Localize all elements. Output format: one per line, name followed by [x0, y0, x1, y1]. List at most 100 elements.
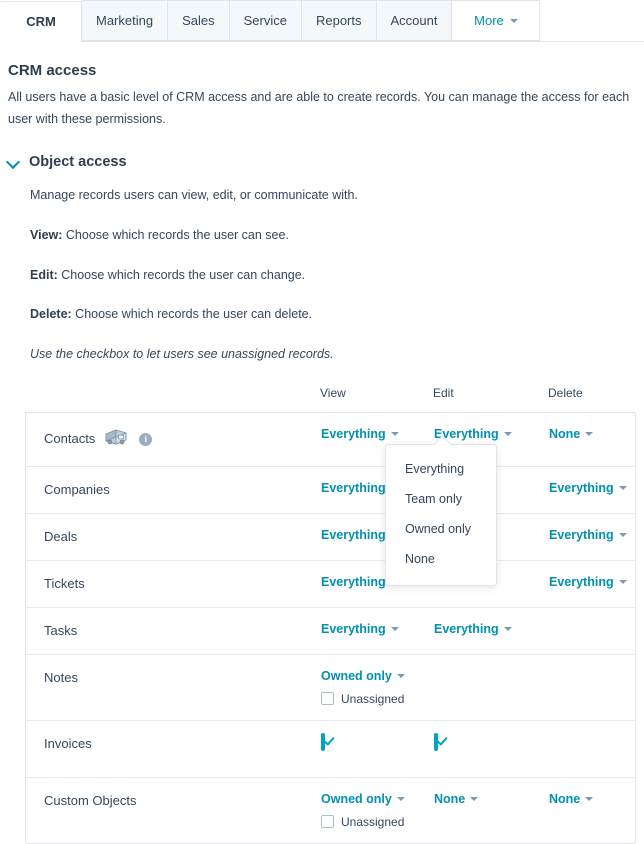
tab-account[interactable]: Account: [376, 0, 453, 41]
cell-view-notes: Owned only Unassigned: [321, 669, 434, 706]
unassigned-checkbox-custom-objects[interactable]: [321, 815, 334, 829]
table-column-headers: View Edit Delete: [25, 386, 636, 412]
tab-crm[interactable]: CRM: [0, 1, 82, 42]
cell-view-invoices: [321, 732, 434, 751]
unassigned-toggle-notes[interactable]: Unassigned: [321, 692, 434, 706]
cell-view-tasks: Everything: [321, 622, 434, 636]
permissions-table: Contacts i Everything Everything None Co…: [25, 411, 636, 844]
definition-delete: Delete: Choose which records the user ca…: [30, 305, 644, 324]
tab-service[interactable]: Service: [229, 0, 302, 41]
delete-value: Everything: [549, 480, 614, 495]
table-row: Notes Owned only Unassigned: [26, 655, 635, 721]
delete-value: Everything: [549, 527, 614, 542]
view-checkbox-invoices[interactable]: [321, 732, 325, 751]
delete-dropdown-contacts[interactable]: None: [549, 426, 594, 441]
table-row: Contacts i Everything Everything None: [26, 413, 635, 467]
tab-reports-label: Reports: [315, 13, 362, 28]
delete-dropdown-deals[interactable]: Everything: [549, 528, 627, 542]
view-dropdown-contacts[interactable]: Everything: [321, 427, 399, 441]
page-title: CRM access: [8, 62, 97, 79]
row-label-contacts: Contacts i: [26, 427, 321, 452]
dropdown-option-none[interactable]: None: [386, 543, 496, 574]
tab-marketing[interactable]: Marketing: [82, 0, 169, 41]
tab-crm-label: CRM: [26, 14, 56, 29]
table-row: Invoices: [26, 721, 635, 778]
tab-marketing-label: Marketing: [96, 13, 154, 28]
unassigned-toggle-custom-objects[interactable]: Unassigned: [321, 815, 434, 829]
permission-dropdown-menu[interactable]: Everything Team only Owned only None: [385, 443, 497, 586]
chevron-down-icon: [503, 627, 512, 632]
view-value: Owned only: [321, 791, 392, 806]
cell-edit-contacts: Everything: [434, 427, 549, 441]
chevron-down-icon: [509, 18, 518, 23]
chevron-down-icon: [585, 432, 594, 437]
unassigned-checkbox-notes[interactable]: [321, 692, 334, 706]
unassigned-label: Unassigned: [341, 691, 405, 706]
row-name-text: Companies: [44, 481, 110, 497]
row-label-tasks: Tasks: [26, 622, 321, 640]
chevron-down-icon: [618, 533, 627, 538]
view-value: Everything: [321, 480, 386, 495]
column-header-edit: Edit: [433, 385, 454, 400]
object-access-intro: Manage records users can view, edit, or …: [30, 188, 358, 202]
definition-delete-text: Choose which records the user can delete…: [71, 307, 313, 322]
page-description: All users have a basic level of CRM acce…: [8, 90, 630, 126]
column-header-delete: Delete: [548, 385, 583, 400]
info-icon[interactable]: i: [139, 432, 153, 446]
chevron-down-icon: [396, 674, 405, 679]
tab-reports[interactable]: Reports: [301, 0, 377, 41]
object-access-body: Manage records users can view, edit, or …: [8, 186, 644, 364]
edit-dropdown-tasks[interactable]: Everything: [434, 622, 512, 636]
chevron-down-icon: [396, 797, 405, 802]
object-access-title: Object access: [29, 154, 127, 170]
edit-dropdown-custom-objects[interactable]: None: [434, 792, 479, 806]
cell-view-contacts: Everything: [321, 427, 434, 441]
dropdown-option-everything[interactable]: Everything: [386, 453, 496, 484]
tab-more-label: More: [474, 13, 504, 28]
tab-sales[interactable]: Sales: [168, 0, 230, 41]
truck-icon: [104, 427, 130, 452]
chevron-down-icon: [503, 432, 512, 437]
view-dropdown-notes[interactable]: Owned only: [321, 669, 405, 683]
cell-delete-deals: Everything: [549, 528, 644, 542]
definition-delete-term: Delete:: [30, 307, 72, 322]
table-row: Deals Everything Everything: [26, 514, 635, 561]
table-row: Tasks Everything Everything: [26, 608, 635, 655]
object-access-toggle[interactable]: Object access: [8, 154, 644, 170]
object-access-section: Object access Manage records users can v…: [0, 154, 644, 364]
view-dropdown-custom-objects[interactable]: Owned only: [321, 792, 405, 806]
definition-edit-term: Edit:: [30, 267, 58, 282]
chevron-down-icon: [390, 432, 399, 437]
main-tab-bar: CRM Marketing Sales Service Reports Acco…: [0, 0, 644, 42]
cell-delete-custom-objects: None: [549, 792, 644, 806]
view-value: Owned only: [321, 668, 392, 683]
delete-dropdown-tickets[interactable]: Everything: [549, 575, 627, 589]
definition-view-term: View:: [30, 227, 63, 242]
dropdown-option-team-only[interactable]: Team only: [386, 483, 496, 514]
row-label-notes: Notes: [26, 669, 321, 687]
definition-view-text: Choose which records the user can see.: [62, 227, 289, 242]
tab-sales-label: Sales: [182, 13, 215, 28]
view-value: Everything: [321, 527, 386, 542]
tab-more[interactable]: More: [452, 0, 541, 41]
delete-value: None: [549, 426, 581, 441]
edit-checkbox-invoices[interactable]: [434, 732, 438, 751]
cell-edit-invoices: [434, 732, 549, 751]
tab-service-label: Service: [243, 13, 287, 28]
chevron-down-icon: [470, 797, 479, 802]
row-name-text: Custom Objects: [44, 792, 137, 808]
view-dropdown-tasks[interactable]: Everything: [321, 622, 399, 636]
edit-value: Everything: [434, 621, 499, 636]
table-row: Companies Everything Everything: [26, 467, 635, 514]
dropdown-option-owned-only[interactable]: Owned only: [386, 513, 496, 544]
cell-delete-companies: Everything: [549, 481, 644, 495]
cell-edit-tasks: Everything: [434, 622, 549, 636]
chevron-down-icon: [8, 156, 20, 168]
row-name-text: Invoices: [44, 735, 92, 751]
table-row: Custom Objects Owned only Unassigned Non…: [26, 778, 635, 843]
page-header: CRM access All users have a basic level …: [0, 42, 644, 130]
definition-edit-text: Choose which records the user can change…: [57, 267, 306, 282]
delete-dropdown-companies[interactable]: Everything: [549, 481, 627, 495]
delete-dropdown-custom-objects[interactable]: None: [549, 792, 594, 806]
row-label-companies: Companies: [26, 481, 321, 499]
